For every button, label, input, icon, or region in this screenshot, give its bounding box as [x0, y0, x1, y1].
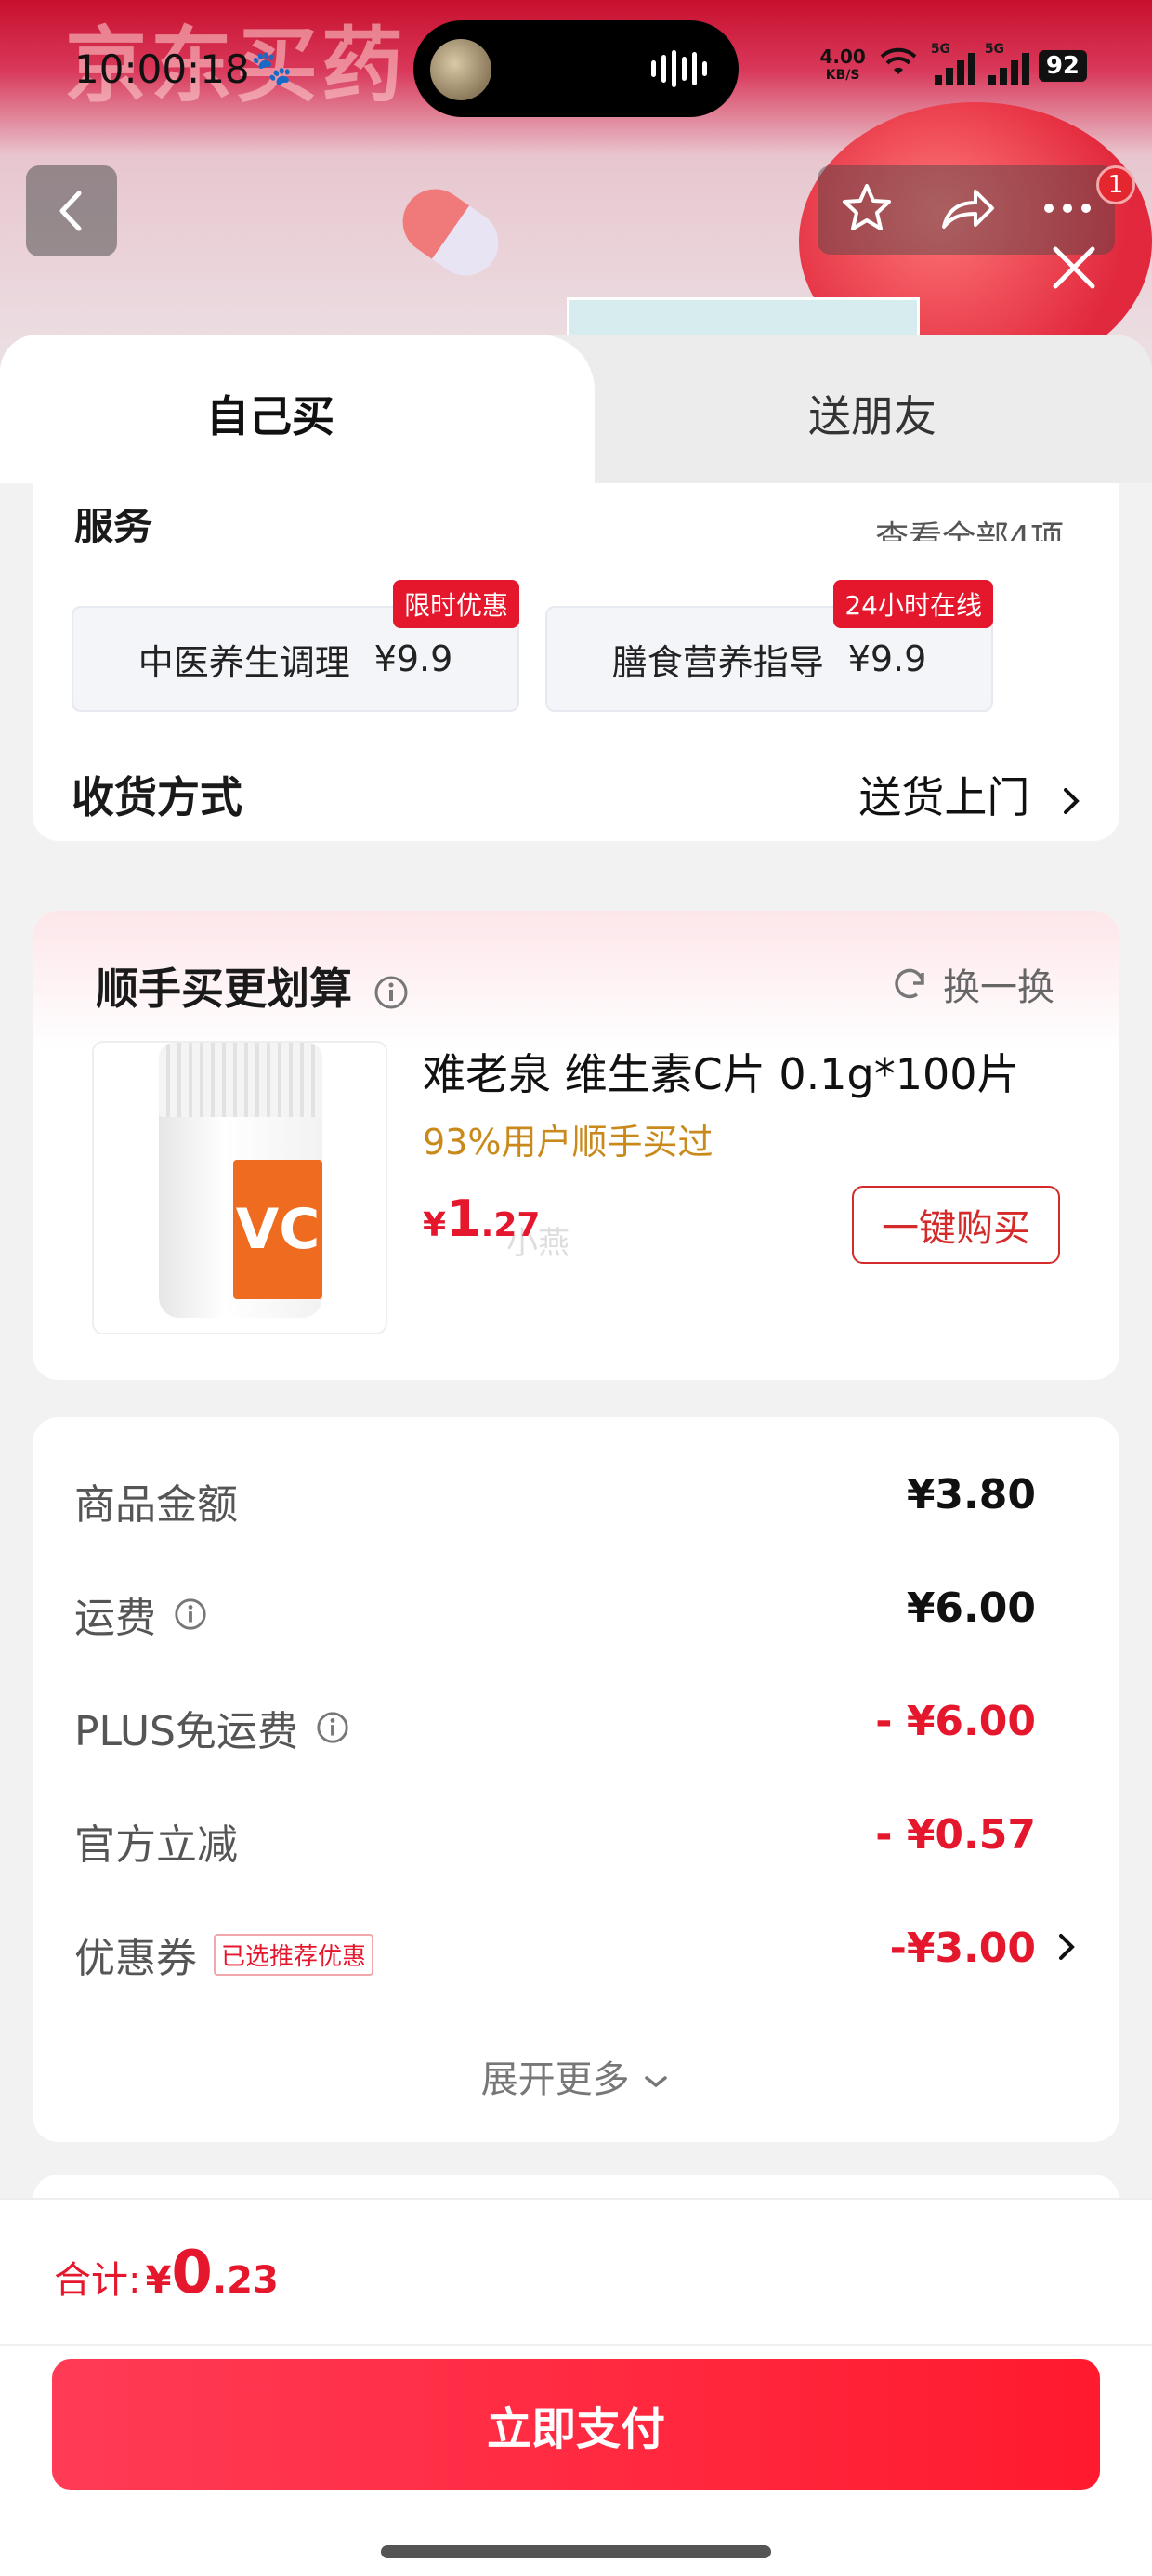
price-detail-card: 商品金额 ¥3.80 运费 ¥6.00 PLUS免运费 - ¥6.00 官方立减… [33, 1417, 1119, 2142]
refresh-icon [895, 968, 924, 999]
service-chip-name: 中医养生调理 [137, 641, 350, 683]
tab-send-to-friend[interactable]: 送朋友 [808, 383, 936, 444]
back-button[interactable] [26, 165, 117, 256]
service-chip-name: 膳食营养指导 [611, 641, 824, 683]
price-row-official-discount: 官方立减 - ¥0.57 [74, 1811, 1036, 1869]
share-icon[interactable] [938, 182, 998, 238]
price-row-coupon[interactable]: 优惠券 已选推荐优惠 -¥3.00 [74, 1925, 1078, 1982]
pay-now-button[interactable]: 立即支付 [52, 2359, 1100, 2490]
price-row-goods: 商品金额 ¥3.80 [74, 1471, 1036, 1529]
tab-buy-for-self[interactable]: 自己买 [206, 383, 334, 444]
service-chip-nutrition[interactable]: 膳食营养指导 ¥9.9 24小时在线 [545, 580, 993, 712]
cellular-signal-icon: 5G [931, 42, 975, 85]
network-speed: 4.00 KB/S [819, 46, 866, 83]
expand-more-button[interactable]: 展开更多 [33, 2049, 1119, 2103]
pill-image [389, 176, 512, 289]
chevron-right-icon [1064, 787, 1080, 814]
status-time: 10:00:18 [74, 46, 250, 92]
audio-wave-icon [651, 50, 707, 87]
cellular-signal-icon: 5G [985, 42, 1029, 85]
dynamic-island[interactable] [413, 20, 739, 117]
more-icon[interactable] [1041, 201, 1093, 219]
battery-indicator: 92 [1038, 50, 1087, 82]
service-more-link[interactable]: 查看全部4项 [875, 511, 1064, 541]
info-icon [374, 976, 408, 1008]
delivery-label: 收货方式 [72, 772, 242, 822]
checkout-bottom-bar: 合计: ¥0.23 立即支付 [0, 2198, 1152, 2576]
service-chip-price: ¥9.9 [373, 638, 453, 679]
status-bar: 10:00:18 🐾 4.00 KB/S 5G 5G 92 [0, 0, 1152, 139]
star-icon[interactable] [839, 180, 895, 240]
add-on-title: 顺手买更划算 [96, 955, 410, 1017]
service-chip-tag: 24小时在线 [833, 580, 993, 628]
service-title: 服务 [74, 509, 153, 543]
price-row-plus-free-shipping: PLUS免运费 - ¥6.00 [74, 1698, 1036, 1755]
delivery-value: 送货上门 [858, 764, 1084, 825]
island-avatar [430, 39, 491, 100]
chevron-down-icon [645, 2076, 668, 2088]
price-row-shipping: 运费 ¥6.00 [74, 1584, 1036, 1642]
chevron-right-icon [1059, 1934, 1075, 1960]
product-popularity: 93%用户顺手买过 [423, 1122, 713, 1163]
delivery-method-row[interactable]: 收货方式 送货上门 [72, 764, 1084, 822]
service-chip-price: ¥9.9 [847, 638, 927, 679]
product-image[interactable]: VC [92, 1041, 387, 1334]
home-indicator[interactable] [381, 2545, 771, 2558]
watermark: 小燕 [506, 1225, 569, 1262]
product-name[interactable]: 难老泉 维生素C片 0.1g*100片 [423, 1041, 1020, 1102]
buy-mode-tabs: 自己买 送朋友 [0, 335, 1152, 483]
info-icon [317, 1712, 348, 1743]
status-indicators: 4.00 KB/S 5G 5G 92 [819, 42, 1087, 87]
product-image-label: VC [233, 1160, 322, 1299]
message-badge: 1 [1096, 165, 1135, 204]
coupon-tag: 已选推荐优惠 [214, 1933, 374, 1976]
add-on-card: 顺手买更划算 换一换 VC 难老泉 维生素C片 0.1g*100片 93%用户顺… [33, 911, 1119, 1380]
info-icon [175, 1598, 206, 1630]
service-chip-tcm[interactable]: 中医养生调理 ¥9.9 限时优惠 [72, 580, 519, 712]
total-amount: 合计: ¥0.23 [54, 2239, 279, 2307]
chevron-left-icon [59, 191, 82, 231]
notification-icon: 🐾 [251, 49, 293, 87]
close-icon[interactable] [1046, 240, 1102, 296]
swap-button[interactable]: 换一换 [889, 957, 1054, 1011]
wifi-icon [879, 45, 918, 87]
one-click-buy-button[interactable]: 一键购买 [852, 1186, 1060, 1264]
service-chip-tag: 限时优惠 [392, 580, 519, 628]
